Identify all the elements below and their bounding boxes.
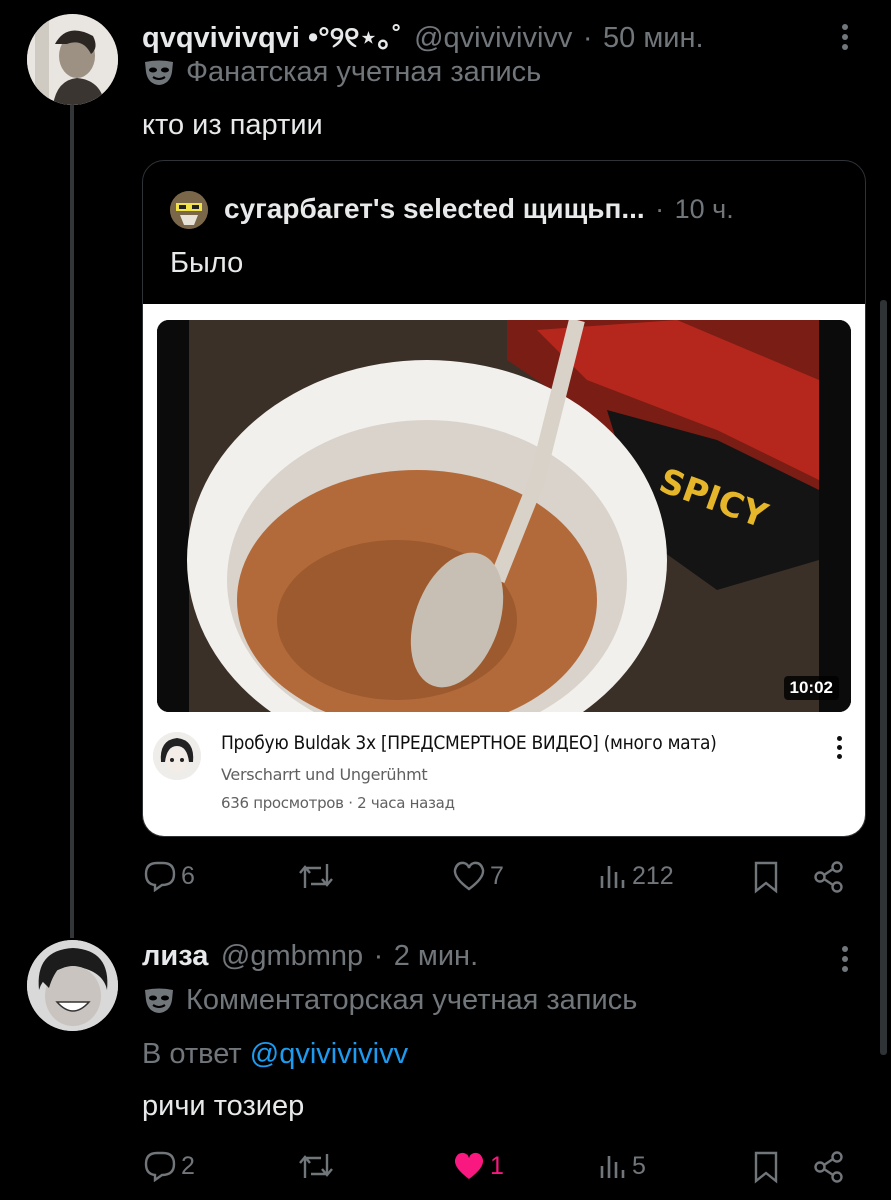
repost-button[interactable] xyxy=(297,860,339,892)
channel-name[interactable]: Verscharrt und Ungerühmt xyxy=(221,765,428,784)
channel-avatar-image xyxy=(153,732,201,780)
like-count: 7 xyxy=(490,861,504,890)
heart-filled-icon xyxy=(454,1152,484,1179)
separator-dot: · xyxy=(582,22,593,54)
reply-icon xyxy=(144,861,176,892)
quoted-author[interactable]: сугарбагет's selected щищьп... xyxy=(224,193,645,224)
quoted-time[interactable]: 10 ч. xyxy=(675,194,734,224)
reply-views-button[interactable]: 5 xyxy=(598,1150,646,1182)
replying-to: В ответ @qvivivivivv xyxy=(142,1038,408,1071)
share-button[interactable] xyxy=(812,860,846,894)
reply-like-count: 1 xyxy=(490,1151,504,1180)
bookmark-button[interactable] xyxy=(752,860,780,894)
reply-avatar-image xyxy=(27,940,118,1031)
channel-avatar[interactable] xyxy=(153,732,201,780)
reply-count: 6 xyxy=(181,861,195,890)
bar-chart-icon xyxy=(600,866,625,888)
post-text: кто из партии xyxy=(142,109,323,141)
reply-icon xyxy=(144,1151,176,1182)
reply-account-badge: Комментаторская учетная запись xyxy=(142,984,637,1017)
quoted-text: Было xyxy=(170,247,244,279)
account-badge: Фанатская учетная запись xyxy=(142,56,541,89)
reply-reply-button[interactable]: 2 xyxy=(143,1150,195,1182)
bookmark-icon xyxy=(754,1151,778,1184)
display-name[interactable]: qvqvivivqvi •°୨୧⋆｡˚ xyxy=(142,22,402,54)
user-handle[interactable]: @qvivivivivv xyxy=(414,22,572,54)
bar-chart-icon xyxy=(600,1156,625,1178)
reply-header: лиза @gmbmnp · 2 мин. xyxy=(142,940,478,973)
quoted-avatar[interactable] xyxy=(170,191,208,229)
share-icon xyxy=(814,1151,843,1183)
reply-share-button[interactable] xyxy=(812,1150,846,1184)
scrollbar-thumb[interactable] xyxy=(880,300,887,1055)
badge-label: Фанатская учетная запись xyxy=(186,56,542,88)
video-more-icon[interactable] xyxy=(837,736,842,763)
thread-connector-line xyxy=(70,105,74,938)
noodle-bowl-image: SPICY xyxy=(157,320,851,712)
portrait-image xyxy=(27,14,118,105)
reply-more-options-icon[interactable] xyxy=(842,946,850,976)
reply-badge-label: Комментаторская учетная запись xyxy=(186,984,638,1016)
like-button[interactable]: 7 xyxy=(452,860,504,892)
mask-icon xyxy=(145,60,173,85)
video-title[interactable]: Пробую Buldak 3x [ПРЕДСМЕРТНОЕ ВИДЕО] (м… xyxy=(221,732,717,754)
reply-handle[interactable]: @gmbmnp xyxy=(221,940,363,972)
more-options-icon[interactable] xyxy=(842,24,850,54)
repost-icon xyxy=(299,864,333,888)
reply-text: ричи тозиер xyxy=(142,1090,305,1122)
quoted-header: сугарбагет's selected щищьп... · 10 ч. xyxy=(224,193,734,225)
heart-icon xyxy=(453,861,485,891)
avatar[interactable] xyxy=(27,14,118,105)
reply-view-count: 5 xyxy=(632,1151,646,1180)
mask-icon xyxy=(145,988,173,1013)
quoted-post[interactable]: сугарбагет's selected щищьп... · 10 ч. Б… xyxy=(142,160,866,837)
separator-dot: · xyxy=(655,194,665,224)
repost-icon xyxy=(299,1154,333,1178)
reply-button[interactable]: 6 xyxy=(143,860,195,892)
view-count: 212 xyxy=(632,861,674,890)
separator-dot: · xyxy=(373,940,384,972)
video-thumbnail[interactable]: SPICY 10:02 xyxy=(157,320,851,712)
youtube-card[interactable]: SPICY 10:02 Пробую Buldak 3x [ПРЕДСМЕРТН… xyxy=(143,304,865,836)
reply-reply-count: 2 xyxy=(181,1151,195,1180)
reply-like-button[interactable]: 1 xyxy=(452,1150,504,1182)
reply-display-name[interactable]: лиза xyxy=(142,940,208,972)
share-icon xyxy=(814,861,843,893)
views-button[interactable]: 212 xyxy=(598,860,674,892)
reply-avatar[interactable] xyxy=(27,940,118,1031)
replying-to-handle[interactable]: @qvivivivivv xyxy=(250,1038,408,1070)
video-duration: 10:02 xyxy=(783,676,839,700)
reply-repost-button[interactable] xyxy=(297,1150,339,1182)
reply-time[interactable]: 2 мин. xyxy=(394,940,478,972)
post-time[interactable]: 50 мин. xyxy=(603,22,704,54)
bookmark-icon xyxy=(754,861,778,894)
video-stats: 636 просмотров · 2 часа назад xyxy=(221,794,455,812)
replying-to-prefix: В ответ xyxy=(142,1038,242,1070)
reply-bookmark-button[interactable] xyxy=(752,1150,780,1184)
quoted-avatar-image xyxy=(170,191,208,229)
post-header: qvqvivivqvi •°୨୧⋆｡˚ @qvivivivivv · 50 ми… xyxy=(142,14,704,56)
